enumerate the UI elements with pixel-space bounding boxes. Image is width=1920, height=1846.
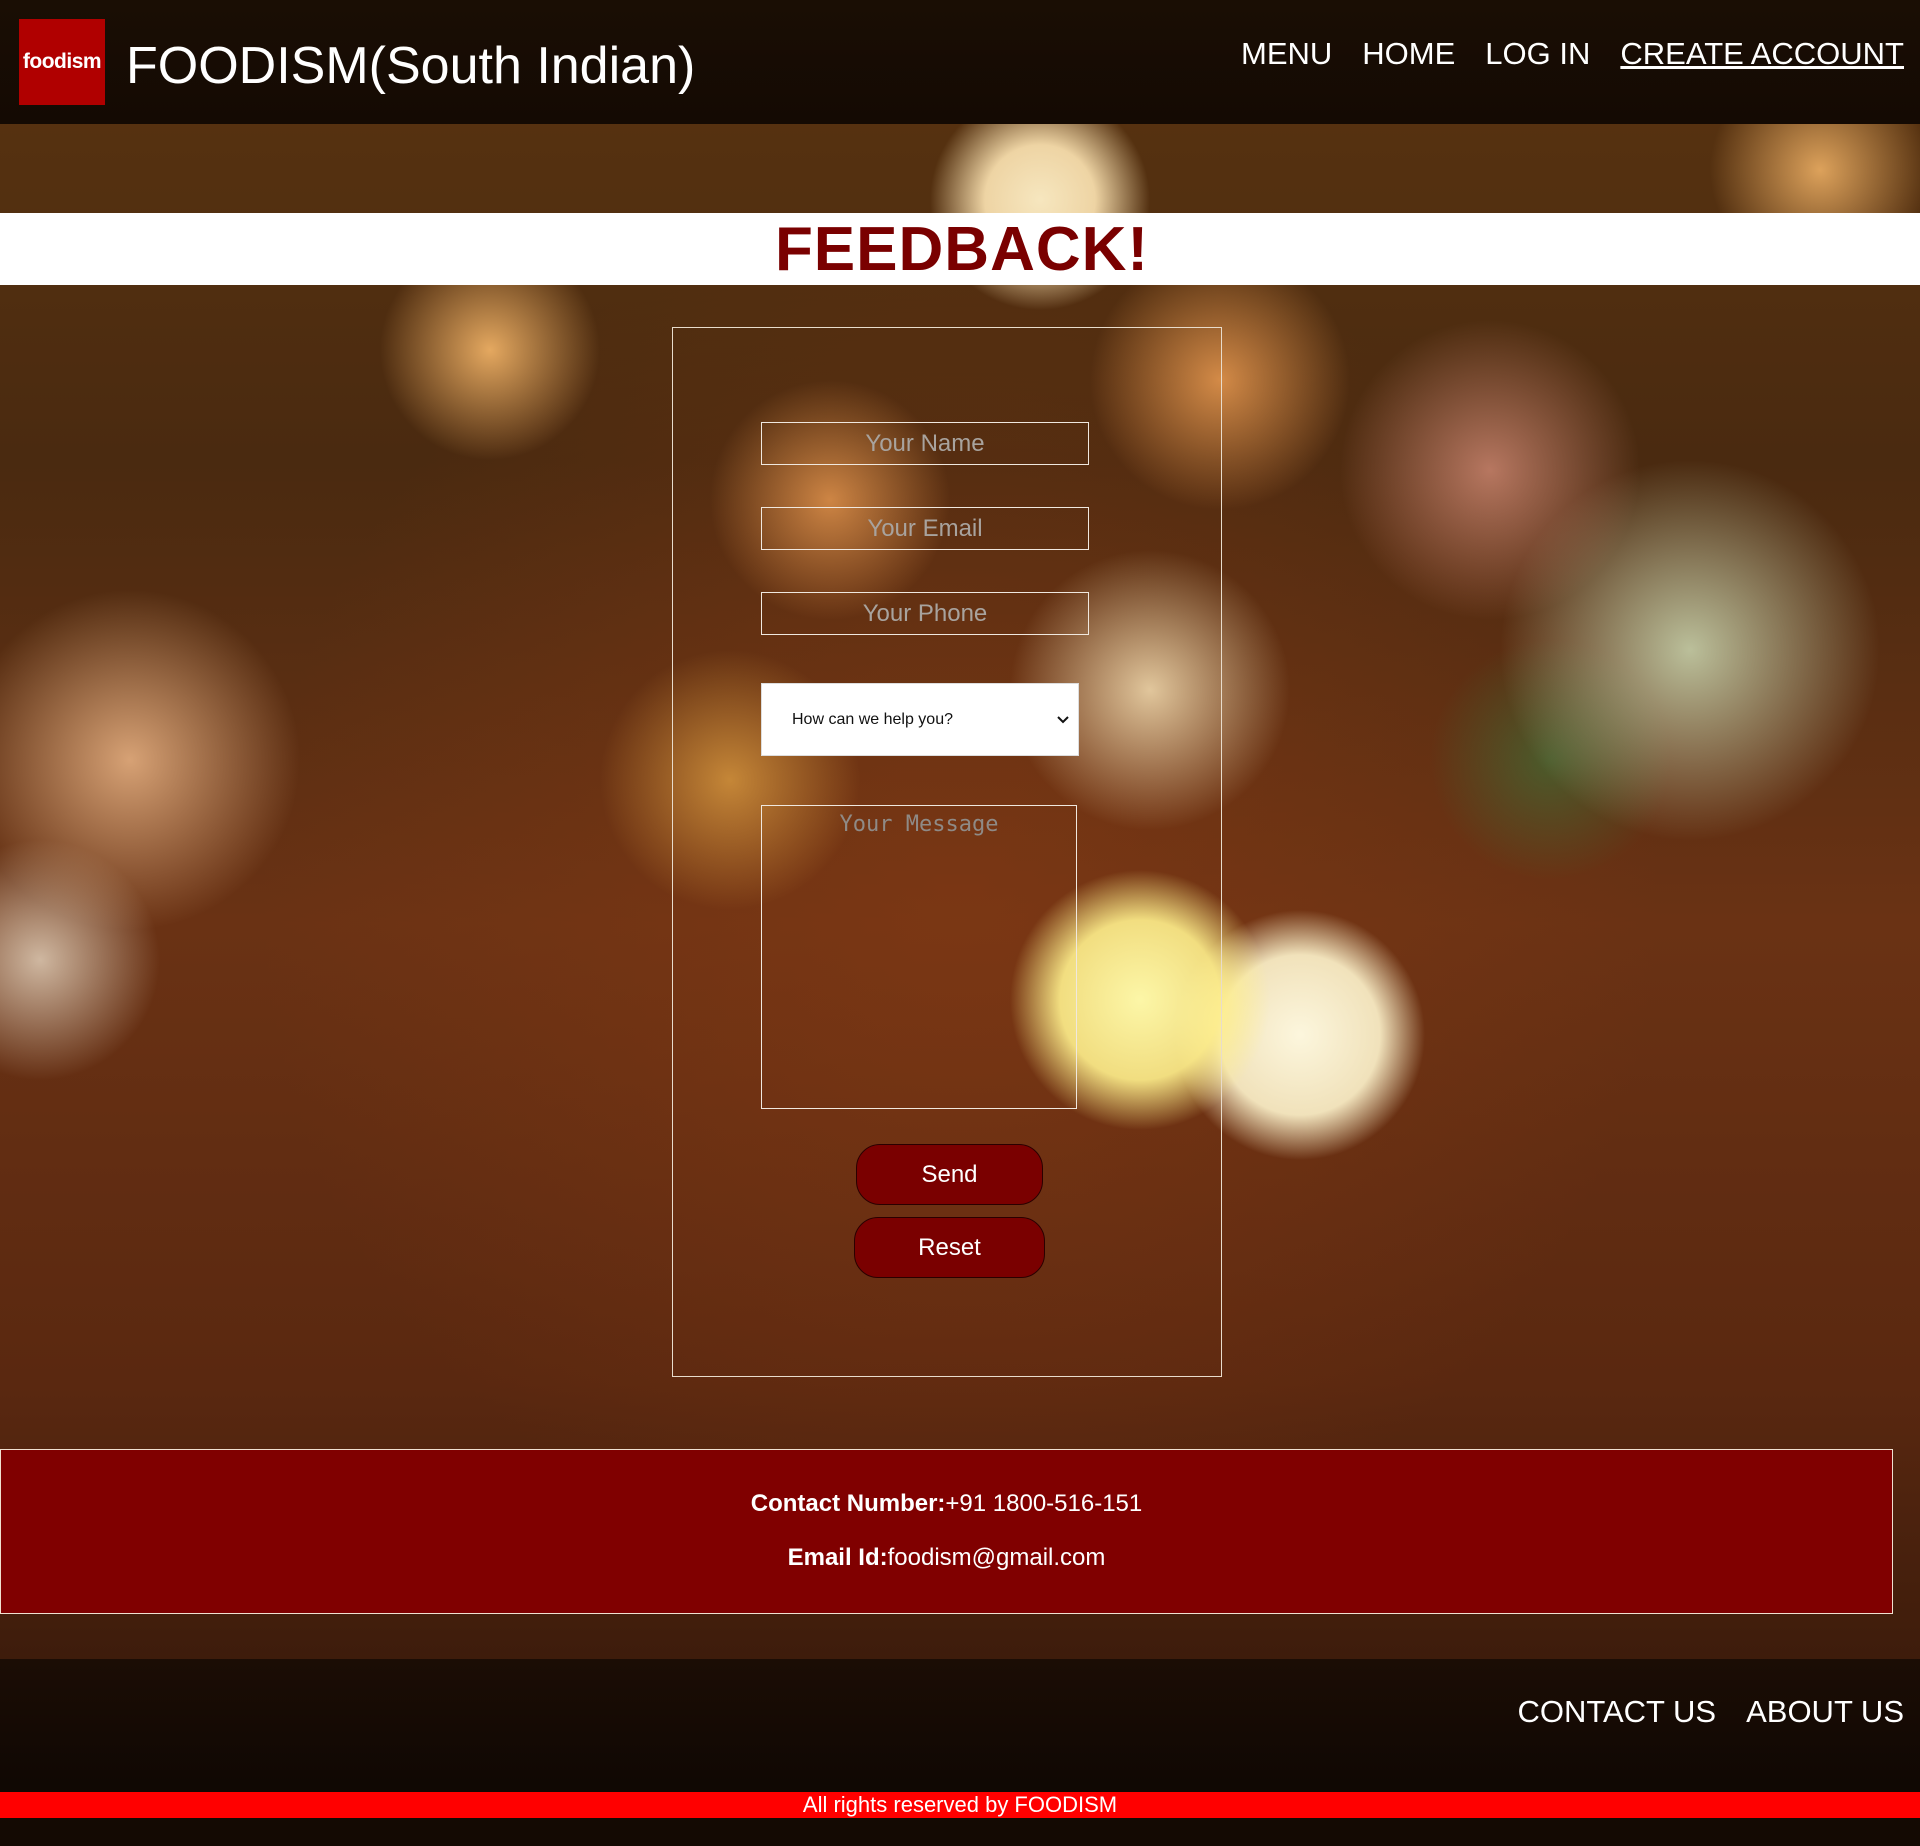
contact-email-label: Email Id: [787,1544,888,1571]
help-topic-select[interactable]: How can we help you? [761,683,1079,756]
phone-input[interactable] [761,592,1089,635]
message-textarea[interactable] [761,805,1077,1109]
contact-email-value: foodism@gmail.com [887,1544,1106,1571]
bottom-strip [0,1818,1920,1846]
site-header: foodism FOODISM(South Indian) MENU HOME … [0,0,1920,124]
feedback-heading-band: FEEDBACK! [0,213,1920,285]
help-topic-selected-value: How can we help you? [792,710,953,728]
nav-create-account-link[interactable]: CREATE ACCOUNT [1620,34,1904,74]
site-footer: CONTACT US ABOUT US [0,1659,1920,1792]
send-button[interactable]: Send [856,1144,1043,1205]
page-title: FEEDBACK! [774,214,1150,284]
foodism-logo[interactable]: foodism [19,19,105,105]
site-title: FOODISM(South Indian) [126,37,696,95]
name-input[interactable] [761,422,1089,465]
chevron-down-icon [1056,713,1070,727]
contact-info-band: Contact Number:+91 1800-516-151 Email Id… [0,1449,1893,1614]
nav-login-link[interactable]: LOG IN [1485,34,1590,74]
footer-about-us-link[interactable]: ABOUT US [1746,1694,1904,1730]
nav-menu-link[interactable]: MENU [1241,34,1332,74]
email-input[interactable] [761,507,1089,550]
contact-email-line: Email Id:foodism@gmail.com [1,1544,1892,1572]
copyright-bar: All rights reserved by FOODISM [0,1792,1920,1818]
contact-number-value: +91 1800-516-151 [945,1490,1143,1517]
feedback-form: How can we help you? Send Reset [672,327,1222,1377]
footer-contact-us-link[interactable]: CONTACT US [1517,1694,1716,1730]
footer-nav: CONTACT US ABOUT US [1517,1694,1904,1730]
contact-number-label: Contact Number: [750,1490,946,1517]
nav-home-link[interactable]: HOME [1362,34,1455,74]
main-nav: MENU HOME LOG IN CREATE ACCOUNT [1241,34,1904,74]
reset-button[interactable]: Reset [854,1217,1045,1278]
contact-number-line: Contact Number:+91 1800-516-151 [1,1490,1892,1518]
logo-text: foodism [22,50,102,73]
